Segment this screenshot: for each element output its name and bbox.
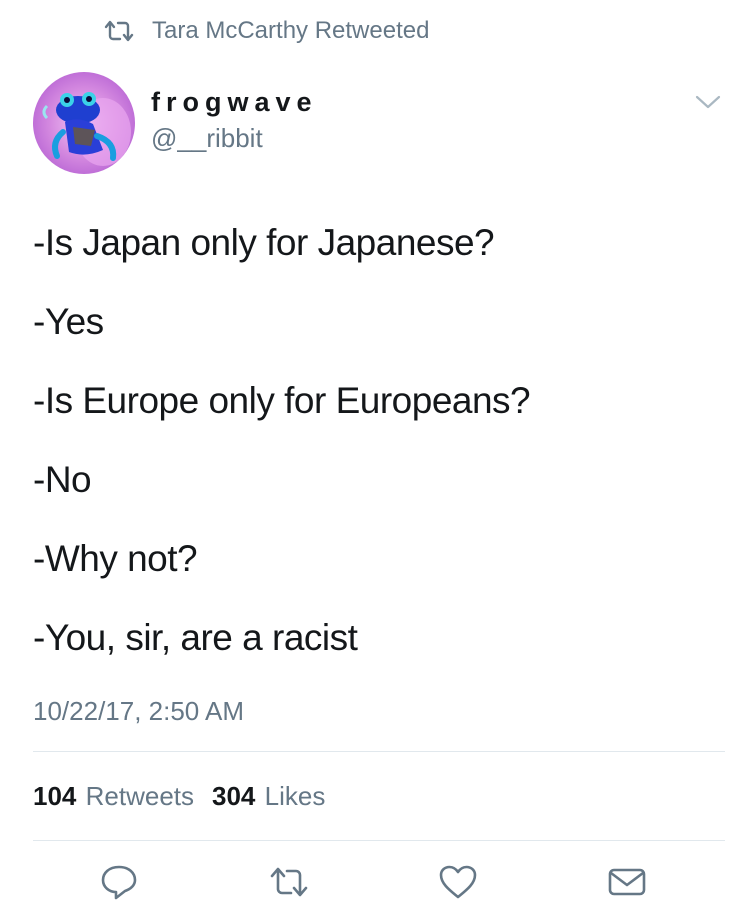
author-handle[interactable]: @__ribbit [151, 122, 263, 154]
retweet-icon [102, 19, 136, 43]
avatar[interactable] [33, 72, 135, 174]
tweet-stats: 104 Retweets 304 Likes [33, 780, 333, 812]
tweet-line: -Yes [33, 301, 104, 342]
heart-icon [439, 865, 477, 899]
retweets-stat[interactable]: 104 Retweets [33, 780, 202, 812]
reply-icon [101, 865, 137, 900]
likes-count: 304 [212, 781, 256, 811]
divider [33, 840, 725, 841]
author-display-name[interactable]: frogwave [151, 86, 318, 118]
retweets-count: 104 [33, 781, 77, 811]
tweet-text: -Is Japan only for Japanese? -Yes -Is Eu… [33, 221, 723, 695]
tweet-line: -Is Japan only for Japanese? [33, 222, 495, 263]
retweet-icon [270, 867, 308, 897]
tweet-line: -You, sir, are a racist [33, 617, 358, 658]
direct-message-button[interactable] [606, 861, 648, 903]
like-button[interactable] [437, 861, 479, 903]
tweet-line: -Is Europe only for Europeans? [33, 380, 531, 421]
envelope-icon [608, 868, 646, 896]
chevron-down-icon[interactable] [694, 92, 722, 112]
reply-button[interactable] [98, 861, 140, 903]
retweet-context[interactable]: Tara McCarthy Retweeted [102, 14, 429, 48]
likes-label: Likes [264, 781, 326, 811]
divider [33, 751, 725, 752]
retweet-button[interactable] [268, 861, 310, 903]
tweet-timestamp: 10/22/17, 2:50 AM [33, 696, 245, 726]
retweets-label: Retweets [85, 781, 195, 811]
retweet-context-text: Tara McCarthy Retweeted [152, 17, 430, 44]
tweet-line: -No [33, 459, 92, 500]
tweet-line: -Why not? [33, 538, 198, 579]
likes-stat[interactable]: 304 Likes [212, 780, 333, 812]
